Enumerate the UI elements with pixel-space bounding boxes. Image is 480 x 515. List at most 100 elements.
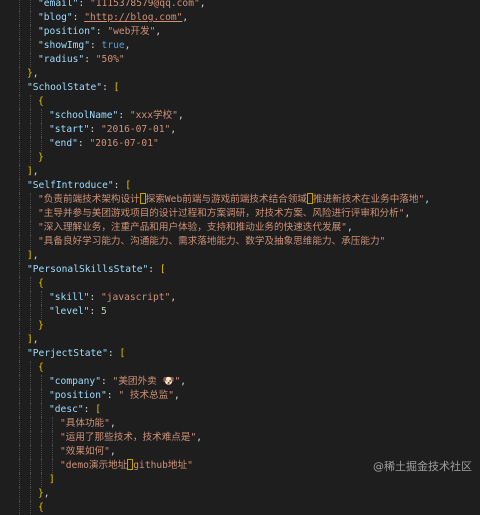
code-text: { <box>38 95 44 109</box>
code-token: : <box>89 124 101 135</box>
indent-guide <box>19 137 20 151</box>
code-line: "具备良好学习能力、沟通能力、需求落地能力、数学及抽象思维能力、承压能力" <box>0 235 480 249</box>
indent-guide <box>19 11 20 25</box>
code-token: "javascript" <box>101 292 171 303</box>
code-token: , <box>32 166 39 177</box>
indent-guide <box>19 277 20 291</box>
indent-guide <box>41 473 42 487</box>
code-token: "主导并参与美团游戏项目的设计过程和方案调研，对技术方案、风险进行评审和分析" <box>38 208 405 219</box>
code-token: , <box>177 110 184 121</box>
indent-guide <box>30 459 31 473</box>
code-line: "SelfIntroduce": [ <box>0 179 480 193</box>
code-token: 5 <box>101 306 107 317</box>
indent-guide <box>19 263 20 277</box>
code-text: "position": " 技术总监", <box>49 389 180 403</box>
indent-guide <box>19 221 20 235</box>
code-token: , <box>424 194 431 205</box>
code-line: "负责前端技术架构设计 探索Web前端与游戏前端技术结合领域 推进新技术在业务中落地… <box>0 193 480 207</box>
code-text: "start": "2016-07-01", <box>49 123 176 137</box>
code-text: "SchoolState": [ <box>27 81 119 95</box>
code-token: "start" <box>49 124 90 135</box>
indent-guide <box>30 109 31 123</box>
code-token: , <box>124 40 131 51</box>
indent-guide <box>19 95 20 109</box>
code-token: , <box>196 432 203 443</box>
indent-guide <box>19 403 20 417</box>
indent-guide <box>41 459 42 473</box>
code-token: github地址" <box>133 460 193 471</box>
watermark-text: @稀土掘金技术社区 <box>373 460 472 473</box>
indent-guide <box>41 375 42 389</box>
indent-guide <box>19 501 20 515</box>
code-token: , <box>155 26 162 37</box>
code-line: "position": " 技术总监", <box>0 389 480 403</box>
indent-guide <box>30 445 31 459</box>
indent-guide <box>19 333 20 347</box>
code-token: true <box>101 40 125 51</box>
code-text: "blog": "http://blog.com", <box>38 11 188 25</box>
code-text: "company": "美团外卖 🐶", <box>49 375 186 389</box>
indent-guide <box>30 95 31 109</box>
code-token: "blog" <box>38 12 73 23</box>
code-token: , <box>32 334 39 345</box>
code-token: "radius" <box>38 54 85 65</box>
indent-guide <box>30 221 31 235</box>
indent-guide <box>19 417 20 431</box>
indent-guide <box>19 109 20 123</box>
code-text: "end": "2016-07-01" <box>49 137 159 151</box>
code-token: , <box>32 250 39 261</box>
indent-guide <box>19 361 20 375</box>
code-line: "运用了那些技术，技术难点是", <box>0 431 480 445</box>
code-token: , <box>346 222 353 233</box>
code-token: "email" <box>38 0 79 9</box>
code-line: } <box>0 319 480 333</box>
indent-guide <box>30 305 31 319</box>
code-line: "PersonalSkillsState": [ <box>0 263 480 277</box>
code-token: "demo演示地址 <box>60 460 128 471</box>
code-token: : <box>77 138 90 149</box>
code-token: "PersonalSkillsState" <box>27 264 149 275</box>
indent-guide <box>19 445 20 459</box>
indent-guide <box>30 403 31 417</box>
indent-guide <box>19 473 20 487</box>
code-token: } <box>38 320 44 331</box>
code-token: "PerjectState" <box>27 348 108 359</box>
code-line: "start": "2016-07-01", <box>0 123 480 137</box>
code-line: { <box>0 277 480 291</box>
code-token: , <box>180 376 186 387</box>
code-token: } <box>38 152 44 163</box>
indent-guide <box>19 165 20 179</box>
code-token: [ <box>119 348 126 359</box>
code-token: "SelfIntroduce" <box>27 180 114 191</box>
code-text: "level": 5 <box>49 305 107 319</box>
code-text: ], <box>27 249 39 263</box>
indent-guide <box>52 431 53 445</box>
code-token: , <box>109 418 116 429</box>
code-line: "具体功能", <box>0 417 480 431</box>
indent-guide <box>19 81 20 95</box>
indent-guide <box>19 459 20 473</box>
indent-guide <box>19 249 20 263</box>
code-token: "level" <box>49 306 90 317</box>
code-text: { <box>38 501 44 515</box>
code-line: "PerjectState": [ <box>0 347 480 361</box>
code-token: : <box>95 26 108 37</box>
code-text: ], <box>27 333 39 347</box>
indent-guide <box>19 53 20 67</box>
code-line: "end": "2016-07-01" <box>0 137 480 151</box>
code-token: : <box>106 390 119 401</box>
code-editor[interactable]: "email": "1115378579@qq.com", "blog": "ht… <box>0 0 480 515</box>
code-token: "运用了那些技术，技术难点是" <box>60 432 197 443</box>
indent-guide <box>41 403 42 417</box>
indent-guide <box>30 431 31 445</box>
code-token: "end" <box>49 138 78 149</box>
code-text: "email": "1115378579@qq.com", <box>38 0 206 11</box>
code-token: "showImg" <box>38 40 90 51</box>
code-text: "具备良好学习能力、沟通能力、需求落地能力、数学及抽象思维能力、承压能力" <box>38 235 385 249</box>
code-token: "2016-07-01" <box>101 124 171 135</box>
code-line: "desc": [ <box>0 403 480 417</box>
indent-guide <box>30 193 31 207</box>
code-line: { <box>0 361 480 375</box>
code-line: "radius": "50%" <box>0 53 480 67</box>
code-text: "SelfIntroduce": [ <box>27 179 131 193</box>
